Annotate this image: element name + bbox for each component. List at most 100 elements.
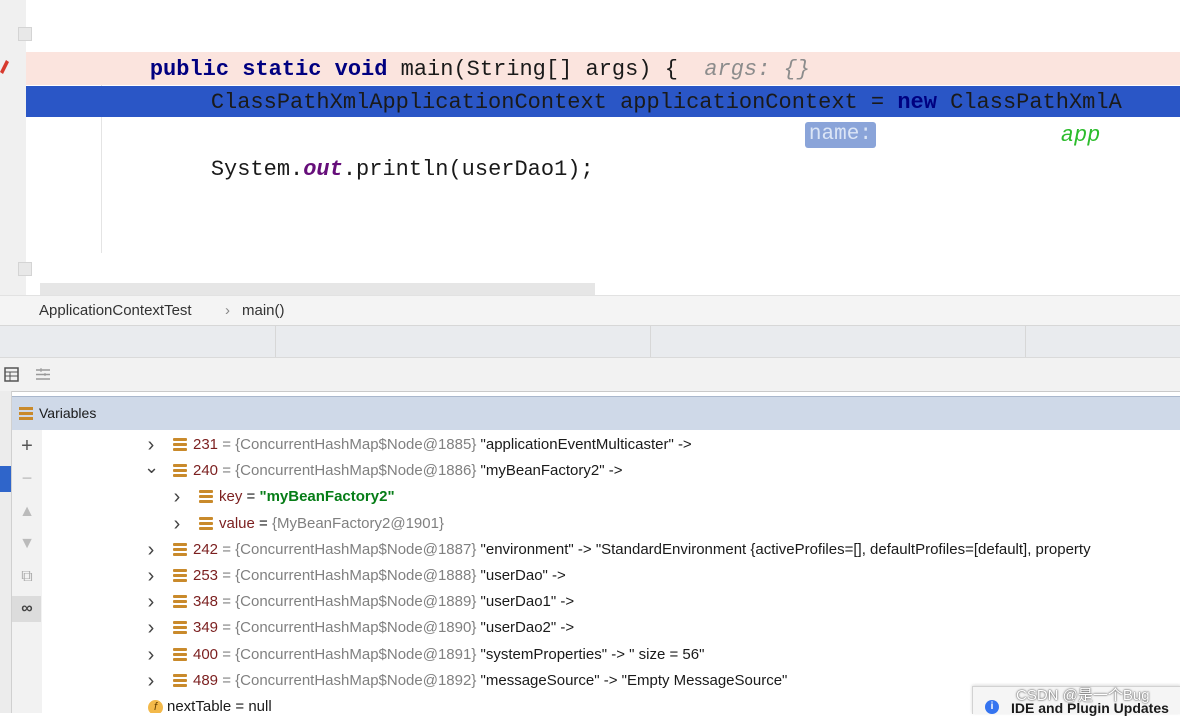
- entry-value: "userDao" ->: [480, 567, 566, 584]
- breadcrumb: ApplicationContextTest › main(): [0, 295, 1180, 326]
- tree-field-row[interactable]: f nextTable = null: [148, 694, 272, 713]
- chevron-right-icon[interactable]: ›: [144, 642, 158, 668]
- variable-icon: [173, 464, 187, 478]
- info-icon: i: [985, 700, 999, 714]
- variable-icon: [173, 542, 187, 557]
- variables-icon: [19, 406, 33, 420]
- chevron-down-icon[interactable]: ⌄: [144, 454, 159, 480]
- variable-name: value: [219, 514, 255, 532]
- variable-icon: [173, 647, 187, 662]
- entry-index: 349: [193, 619, 219, 637]
- entry-value: "environment" -> "StandardEnvironment {a…: [480, 540, 1091, 558]
- table-icon[interactable]: [4, 367, 19, 382]
- tree-child-text: value = {MyBeanFactory2@1901}: [219, 511, 444, 537]
- editor-horizontal-scrollbar[interactable]: [40, 283, 595, 295]
- code-text: .println(userDao1);: [342, 157, 594, 182]
- code-line-main-signature[interactable]: public static void main(String[] args) {…: [97, 19, 810, 82]
- chevron-right-icon[interactable]: ›: [170, 511, 184, 537]
- tree-row[interactable]: › 400 = {ConcurrentHashMap$Node@1891} "sy…: [42, 642, 1180, 668]
- entry-value: "myBeanFactory2" ->: [480, 462, 623, 480]
- tree-child-row[interactable]: › value = {MyBeanFactory2@1901}: [42, 511, 1180, 537]
- tree-row-text: 489 = {ConcurrentHashMap$Node@1892} "mes…: [193, 668, 787, 694]
- tree-row-text: 253 = {ConcurrentHashMap$Node@1888} "use…: [193, 563, 566, 589]
- debug-side-strip: [0, 391, 12, 713]
- string-value: "myBeanFactory2": [259, 488, 395, 506]
- fold-icon[interactable]: [18, 27, 32, 41]
- chevron-right-icon[interactable]: ›: [144, 668, 158, 694]
- variable-icon: [173, 673, 187, 688]
- variable-icon: [199, 516, 213, 531]
- node-type: = {ConcurrentHashMap$Node@1889}: [222, 593, 477, 611]
- equals-sign: =: [246, 488, 256, 506]
- equals-sign: =: [259, 514, 268, 532]
- breadcrumb-class[interactable]: ApplicationContextTest: [39, 302, 192, 319]
- entry-index: 242: [193, 540, 219, 558]
- code-line-getbean[interactable]: Object userDao1 = applicationContext.get…: [158, 85, 1100, 149]
- variables-title: Variables: [39, 405, 97, 421]
- variables-toolbar: + − ▲ ▼ ⧉ ∞: [12, 430, 43, 713]
- watch-toggle[interactable]: ∞: [12, 596, 41, 622]
- up-icon[interactable]: ▲: [19, 504, 35, 520]
- chevron-right-icon[interactable]: ›: [144, 563, 158, 589]
- debug-tab-strip: [0, 325, 1180, 358]
- entry-index: 253: [193, 567, 219, 584]
- node-type: = {ConcurrentHashMap$Node@1887}: [222, 540, 477, 558]
- breadcrumb-separator: ›: [225, 302, 230, 319]
- tree-row[interactable]: › 231 = {ConcurrentHashMap$Node@1885} "ap…: [42, 432, 1180, 458]
- tree-row-text: 400 = {ConcurrentHashMap$Node@1891} "sys…: [193, 642, 704, 668]
- code-editor[interactable]: public static void main(String[] args) {…: [0, 0, 1180, 295]
- code-text: System.: [210, 157, 304, 182]
- variable-icon: [173, 569, 187, 583]
- static-field: out: [303, 157, 343, 182]
- entry-index: 489: [193, 671, 219, 689]
- copy-icon[interactable]: ⧉: [19, 569, 35, 585]
- down-icon[interactable]: ▼: [19, 536, 35, 552]
- editor-gutter: [0, 0, 26, 295]
- code-text: );: [1007, 123, 1035, 148]
- node-type: = {ConcurrentHashMap$Node@1886}: [222, 462, 477, 480]
- node-type: = {ConcurrentHashMap$Node@1885}: [222, 436, 477, 453]
- remove-icon[interactable]: −: [19, 469, 35, 487]
- tree-row[interactable]: › 348 = {ConcurrentHashMap$Node@1889} "us…: [42, 589, 1180, 615]
- watch-icon: ∞: [21, 600, 33, 617]
- code-line-println[interactable]: System.out.println(userDao1);: [158, 119, 594, 182]
- field-value: = null: [235, 698, 272, 713]
- tree-row-text: 349 = {ConcurrentHashMap$Node@1890} "use…: [193, 615, 574, 641]
- fold-icon[interactable]: [18, 262, 32, 276]
- node-type: = {ConcurrentHashMap$Node@1888}: [222, 567, 477, 584]
- layout-icon[interactable]: [35, 367, 51, 382]
- entry-value: "messageSource" -> "Empty MessageSource": [480, 671, 788, 689]
- chevron-right-icon[interactable]: ›: [170, 484, 184, 510]
- watermark-text: CSDN @是一个Bug: [1016, 687, 1150, 704]
- tree-child-text: key = "myBeanFactory2": [219, 484, 395, 510]
- tree-row[interactable]: › 253 = {ConcurrentHashMap$Node@1888} "us…: [42, 563, 1180, 589]
- entry-value: "systemProperties" -> " size = 56": [480, 645, 705, 663]
- entry-index: 231: [193, 436, 219, 453]
- entry-index: 240: [193, 462, 219, 480]
- entry-value: "userDao1" ->: [480, 593, 575, 611]
- variable-icon: [173, 621, 187, 635]
- field-name: nextTable: [167, 698, 232, 713]
- tree-row[interactable]: ⌄ 240 = {ConcurrentHashMap$Node@1886} "my…: [42, 457, 1180, 484]
- tree-child-row[interactable]: › key = "myBeanFactory2": [42, 484, 1180, 510]
- entry-index: 348: [193, 593, 219, 611]
- breakpoint-icon[interactable]: [0, 56, 10, 78]
- entry-value: "applicationEventMulticaster" ->: [480, 436, 692, 453]
- parameter-hint: name:: [804, 122, 876, 149]
- chevron-right-icon[interactable]: ›: [144, 589, 158, 615]
- variables-tree[interactable]: › 231 = {ConcurrentHashMap$Node@1885} "ap…: [42, 430, 1180, 713]
- add-icon[interactable]: +: [19, 436, 35, 456]
- code-line-context[interactable]: ClassPathXmlApplicationContext applicati…: [158, 52, 1122, 115]
- entry-value: "userDao2" ->: [480, 619, 575, 637]
- breadcrumb-method[interactable]: main(): [242, 302, 285, 319]
- chevron-right-icon[interactable]: ›: [144, 537, 158, 563]
- tree-row[interactable]: › 242 = {ConcurrentHashMap$Node@1887} "en…: [42, 537, 1180, 563]
- string-literal: "userDao2": [875, 123, 1008, 148]
- chevron-right-icon[interactable]: ›: [144, 615, 158, 641]
- node-type: = {ConcurrentHashMap$Node@1892}: [222, 671, 477, 689]
- variable-icon: [173, 595, 187, 609]
- inline-debug-value: app: [1060, 123, 1101, 148]
- tree-row[interactable]: › 349 = {ConcurrentHashMap$Node@1890} "us…: [42, 615, 1180, 641]
- entry-index: 400: [193, 645, 219, 663]
- variable-icon: [199, 490, 213, 504]
